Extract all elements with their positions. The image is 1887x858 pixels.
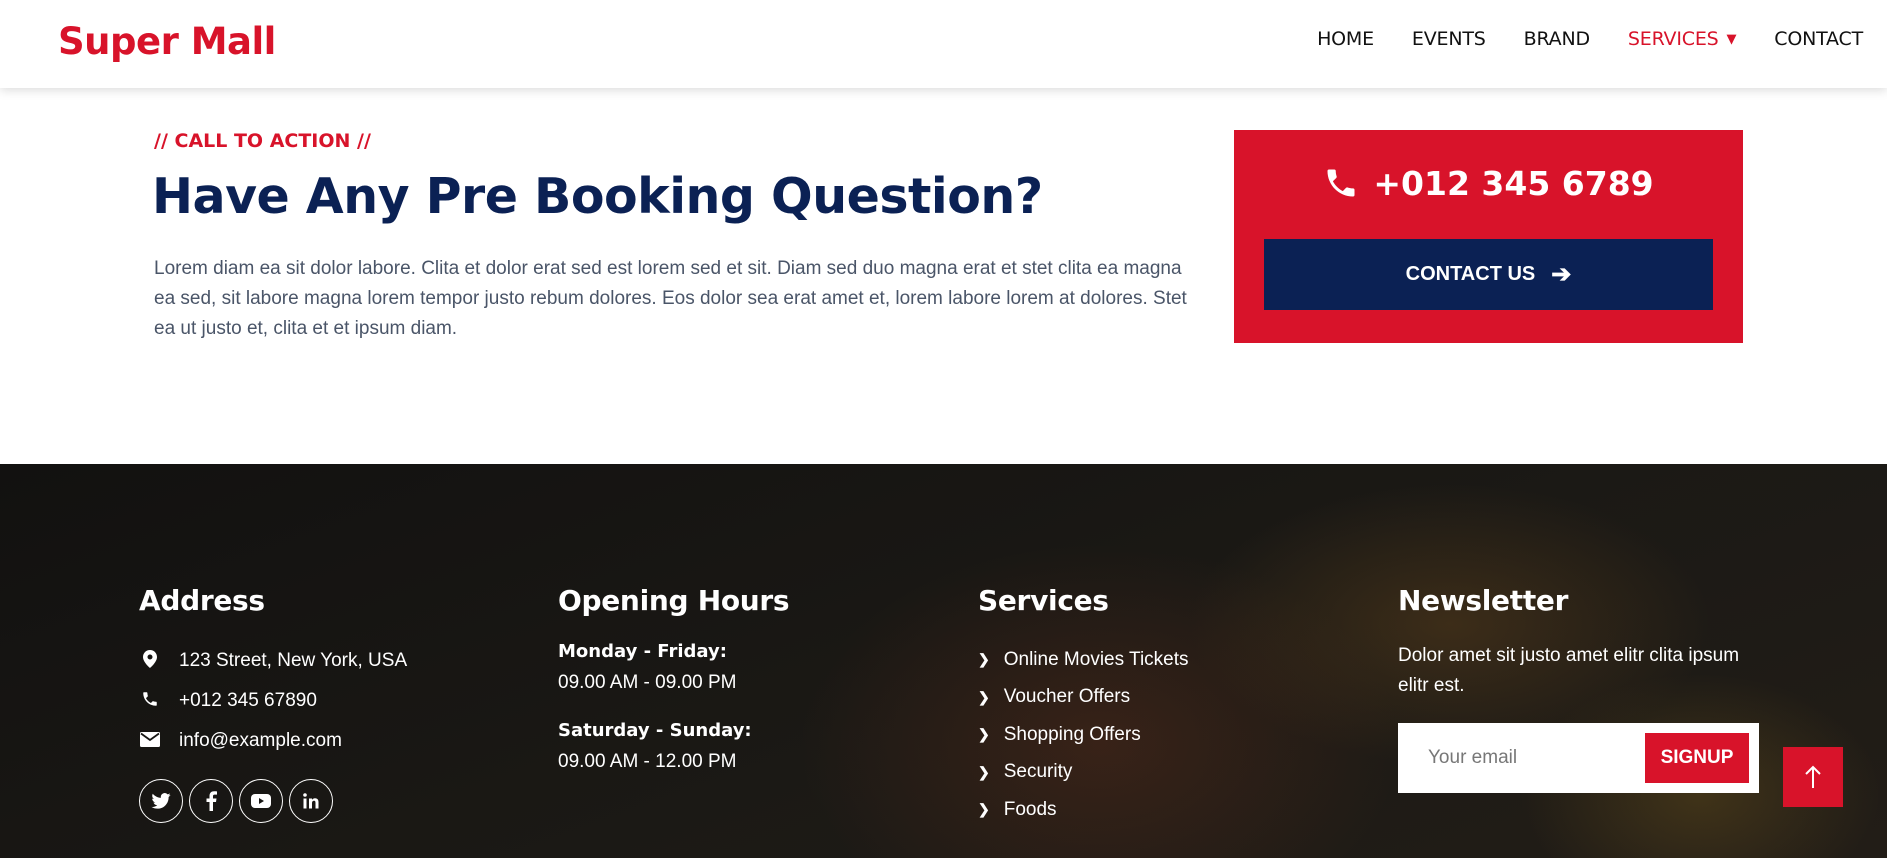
weekday-time: 09.00 AM - 09.00 PM — [558, 672, 737, 693]
cta-title: Have Any Pre Booking Question? — [152, 168, 1043, 225]
signup-button[interactable]: SIGNUP — [1645, 733, 1749, 783]
service-link-security[interactable]: ❯ Security — [978, 754, 1189, 792]
twitter-icon[interactable] — [139, 779, 183, 823]
back-to-top-button[interactable] — [1783, 747, 1843, 807]
contact-us-button[interactable]: CONTACT US ➔ — [1264, 239, 1713, 310]
cta-phone-number: +012 345 6789 — [1373, 164, 1654, 203]
social-links — [139, 779, 407, 823]
services-heading: Services — [978, 584, 1109, 617]
phone-icon — [1327, 169, 1355, 197]
linkedin-icon[interactable] — [289, 779, 333, 823]
arrow-right-icon: ➔ — [1551, 261, 1572, 288]
chevron-right-icon: ❯ — [978, 688, 990, 705]
chevron-right-icon: ❯ — [978, 801, 990, 818]
weekday-label: Monday - Friday: — [558, 641, 727, 662]
service-link-voucher-offers[interactable]: ❯ Voucher Offers — [978, 679, 1189, 717]
nav-brand[interactable]: BRAND — [1524, 28, 1591, 50]
nav-home[interactable]: HOME — [1317, 28, 1374, 50]
facebook-icon[interactable] — [189, 779, 233, 823]
footer-services-column: Services ❯ Online Movies Tickets ❯ Voucher… — [978, 584, 1189, 829]
hours-heading: Opening Hours — [558, 584, 790, 617]
newsletter-email-input[interactable] — [1398, 723, 1638, 793]
map-marker-icon — [139, 649, 161, 673]
address-heading: Address — [139, 584, 265, 617]
chevron-down-icon: ▼ — [1726, 32, 1737, 47]
chevron-right-icon: ❯ — [978, 726, 990, 743]
youtube-icon[interactable] — [239, 779, 283, 823]
footer-hours-column: Opening Hours Monday - Friday: 09.00 AM … — [558, 584, 790, 799]
navbar: Super Mall HOME EVENTS BRAND SERVICES ▼ C… — [0, 0, 1887, 88]
cta-description: Lorem diam ea sit dolor labore. Clita et… — [154, 258, 1187, 339]
footer: ​ Address 123 Street, New York, USA +012… — [0, 464, 1887, 858]
address-street: 123 Street, New York, USA — [139, 641, 407, 681]
weekend-label: Saturday - Sunday: — [558, 720, 752, 741]
nav-contact[interactable]: CONTACT — [1774, 28, 1863, 50]
main-nav: HOME EVENTS BRAND SERVICES ▼ CONTACT — [1279, 28, 1863, 50]
newsletter-heading: Newsletter — [1398, 584, 1569, 617]
arrow-up-icon — [1805, 765, 1821, 788]
weekend-time: 09.00 AM - 12.00 PM — [558, 751, 737, 772]
nav-events[interactable]: EVENTS — [1412, 28, 1486, 50]
newsletter-text: Dolor amet sit justo amet elitr clita ip… — [1398, 645, 1740, 696]
cta-contact-box: +012 345 6789 CONTACT US ➔ — [1234, 130, 1743, 343]
nav-services[interactable]: SERVICES ▼ — [1628, 28, 1737, 50]
phone-icon — [139, 690, 161, 713]
address-phone: +012 345 67890 — [139, 681, 407, 721]
contact-us-label: CONTACT US — [1405, 263, 1536, 285]
service-link-online-movies-tickets[interactable]: ❯ Online Movies Tickets — [978, 641, 1189, 679]
address-email: info@example.com — [139, 721, 407, 761]
brand-logo[interactable]: Super Mall — [58, 20, 276, 63]
service-link-foods[interactable]: ❯ Foods — [978, 791, 1189, 829]
cta-kicker: // CALL TO ACTION // — [154, 130, 371, 152]
chevron-right-icon: ❯ — [978, 651, 990, 668]
envelope-icon — [139, 731, 161, 752]
newsletter-form: SIGNUP — [1398, 723, 1759, 793]
call-to-action-section: // CALL TO ACTION // Have Any Pre Bookin… — [0, 88, 1887, 464]
chevron-right-icon: ❯ — [978, 763, 990, 780]
footer-address-column: Address 123 Street, New York, USA +012 3… — [139, 584, 407, 823]
cta-phone: +012 345 6789 — [1234, 164, 1743, 203]
service-link-shopping-offers[interactable]: ❯ Shopping Offers — [978, 716, 1189, 754]
footer-newsletter-column: Newsletter Dolor amet sit justo amet eli… — [1398, 584, 1759, 793]
